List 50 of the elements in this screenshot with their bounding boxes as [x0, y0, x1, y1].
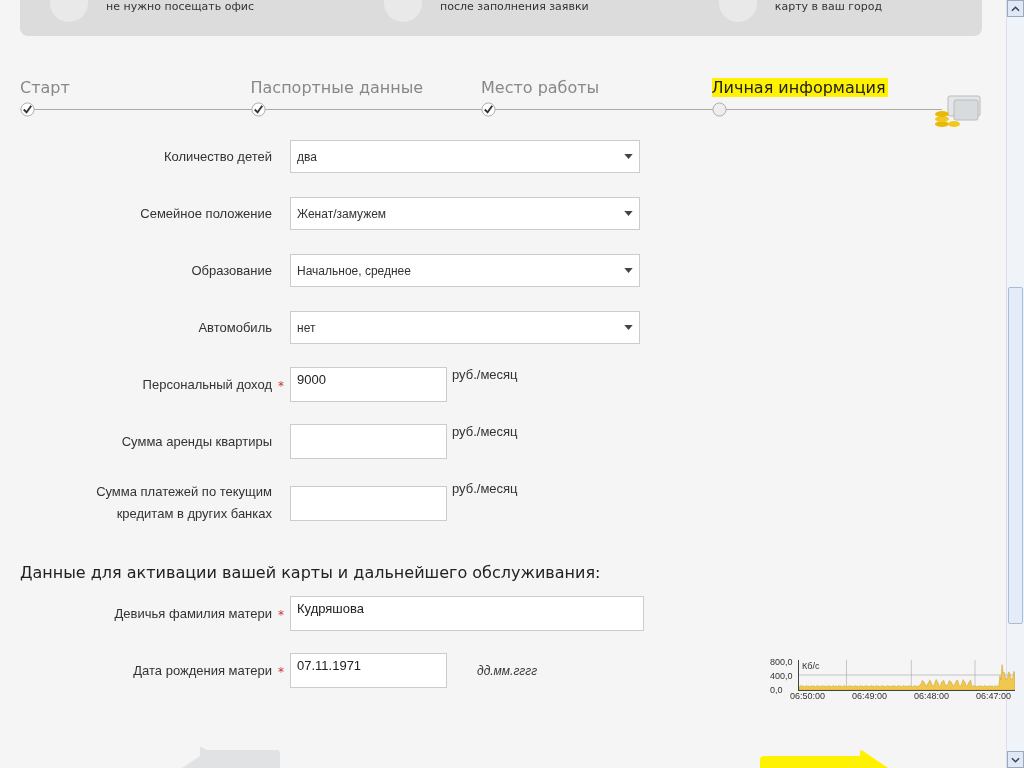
step-label: Паспортные данные	[250, 78, 425, 97]
unit-label: руб./месяц	[452, 424, 518, 439]
axis-label: 06:50:00	[790, 691, 826, 701]
card-coins-icon	[934, 94, 982, 128]
step-label: Место работы	[481, 78, 601, 97]
axis-label: 06:48:00	[913, 691, 949, 701]
scroll-down-button[interactable]	[1007, 751, 1024, 768]
field-label: Сумма платежей по текущим кредитам в других банках	[95, 483, 272, 523]
format-hint: дд.мм.гггг	[477, 663, 538, 678]
dropdown[interactable]: Начальное, среднее	[290, 254, 640, 287]
dropdown[interactable]: нет	[290, 311, 640, 344]
field-label: Семейное положение	[139, 204, 272, 223]
field-label: Образование	[190, 261, 272, 280]
input-field[interactable]: Кудряшова	[290, 596, 644, 631]
unit-label: руб./месяц	[452, 367, 518, 382]
axis-label: 400,0	[770, 670, 794, 683]
input-field[interactable]	[290, 485, 447, 521]
scroll-thumb[interactable]	[1008, 287, 1023, 624]
caret-icon	[624, 268, 633, 273]
dropdown[interactable]: Женат/замужем	[290, 197, 640, 230]
field-label: Дата рождения матери	[132, 661, 272, 680]
required-mark: *	[278, 608, 284, 622]
unit-label: Кб/с	[802, 661, 820, 671]
caret-icon	[624, 211, 633, 216]
caret-icon	[624, 154, 633, 159]
input-field[interactable]: 9000	[290, 367, 447, 402]
chevron-up-icon	[1011, 5, 1020, 12]
required-mark: *	[278, 379, 284, 393]
field-label: Сумма аренды квартиры	[120, 432, 272, 451]
axis-label: 800,0	[770, 656, 794, 669]
date-field[interactable]: 07.11.1971	[290, 653, 447, 688]
step-label: Старт	[20, 78, 71, 97]
field-label: Автомобиль	[197, 318, 272, 337]
field-label: Девичья фамилия матери	[113, 604, 272, 623]
input-field[interactable]	[290, 424, 447, 459]
benefit-text: не нужно посещать офис	[106, 0, 255, 13]
dropdown[interactable]: два	[290, 140, 640, 173]
axis-label: 06:49:00	[852, 691, 888, 701]
field-label: Персональный доход	[141, 375, 272, 394]
benefit-text: после заполнения заявки	[440, 0, 589, 13]
chevron-down-icon	[1011, 756, 1020, 763]
benefit-text: карту в ваш город	[774, 0, 883, 13]
step-label: Личная информация	[711, 78, 888, 97]
unit-label: руб./месяц	[452, 481, 518, 496]
axis-label: 06:47:00	[975, 691, 1011, 701]
scroll-up-button[interactable]	[1007, 0, 1024, 17]
caret-icon	[624, 325, 633, 330]
field-label: Количество детей	[162, 147, 272, 166]
section-title: Данные для активации вашей карты и дальнейшего обслуживания:	[20, 563, 602, 582]
required-mark: *	[278, 665, 284, 679]
